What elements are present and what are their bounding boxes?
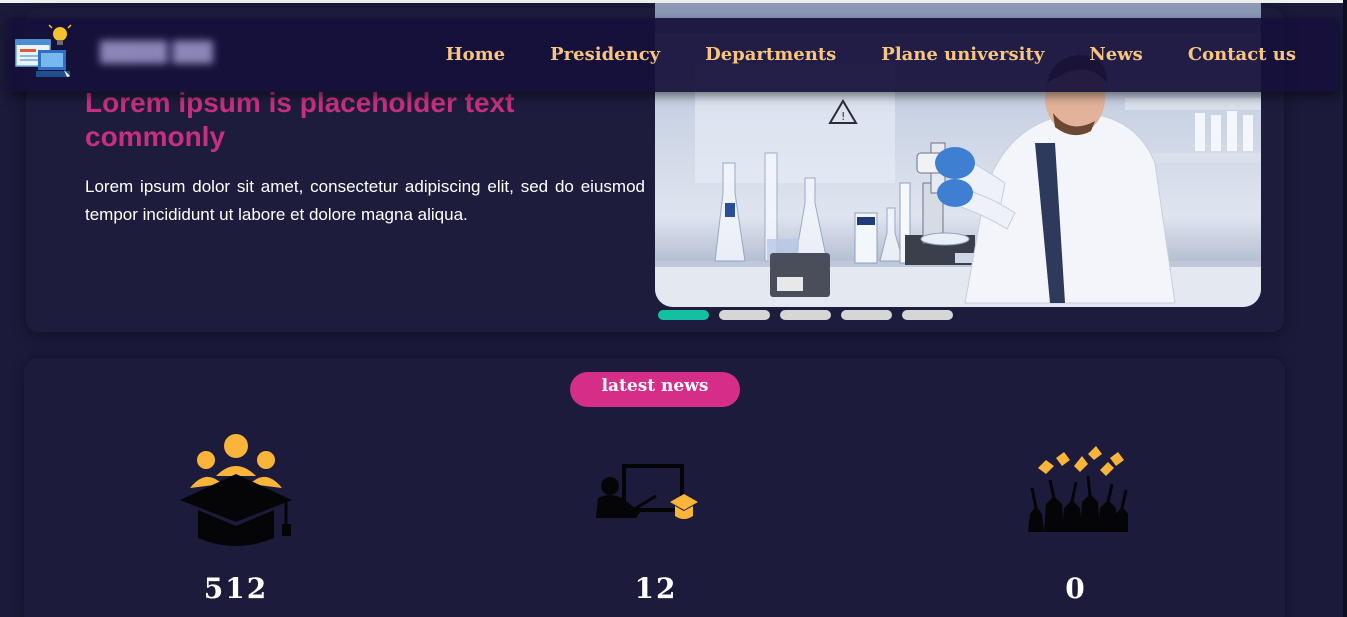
- hero-description: Lorem ipsum dolor sit amet, consectetur …: [85, 177, 645, 224]
- students-graduation-cap-icon: [180, 434, 292, 546]
- svg-text:!: !: [841, 110, 845, 123]
- teacher-board-icon: [596, 464, 698, 519]
- nav-presidency[interactable]: Presidency: [550, 44, 660, 65]
- site-logo[interactable]: [14, 22, 76, 86]
- stat-students-value: 512: [203, 572, 269, 605]
- nav-contact-us[interactable]: Contact us: [1188, 44, 1296, 65]
- stat-students: [116, 430, 356, 550]
- slide-indicator-3[interactable]: [780, 310, 831, 320]
- site-name-blurred: █████ ███: [100, 42, 213, 63]
- nav-plane-university[interactable]: Plane university: [881, 44, 1044, 65]
- nav-home[interactable]: Home: [446, 44, 506, 65]
- computer-lightbulb-logo-icon: [15, 22, 72, 77]
- stat-teachers-value: 12: [634, 572, 678, 605]
- slider-indicators: [658, 310, 953, 320]
- slide-indicator-4[interactable]: [841, 310, 892, 320]
- stat-teachers: [536, 430, 776, 550]
- scrollbar-edge: [1343, 0, 1347, 617]
- nav-departments[interactable]: Departments: [705, 44, 836, 65]
- slide-indicator-1[interactable]: [658, 310, 709, 320]
- stat-graduates: [956, 430, 1196, 550]
- latest-news-badge[interactable]: latest news: [570, 372, 740, 407]
- nav-links: Home Presidency Departments Plane univer…: [446, 44, 1296, 65]
- nav-news[interactable]: News: [1089, 44, 1143, 65]
- hero-title: Lorem ipsum is placeholder text commonly: [85, 87, 515, 152]
- slide-indicator-5[interactable]: [902, 310, 953, 320]
- slide-indicator-2[interactable]: [719, 310, 770, 320]
- main-navbar: █████ ███ Home Presidency Departments Pl…: [8, 18, 1338, 92]
- graduates-celebrating-icon: [1028, 446, 1128, 532]
- stat-graduates-value: 0: [1065, 572, 1087, 605]
